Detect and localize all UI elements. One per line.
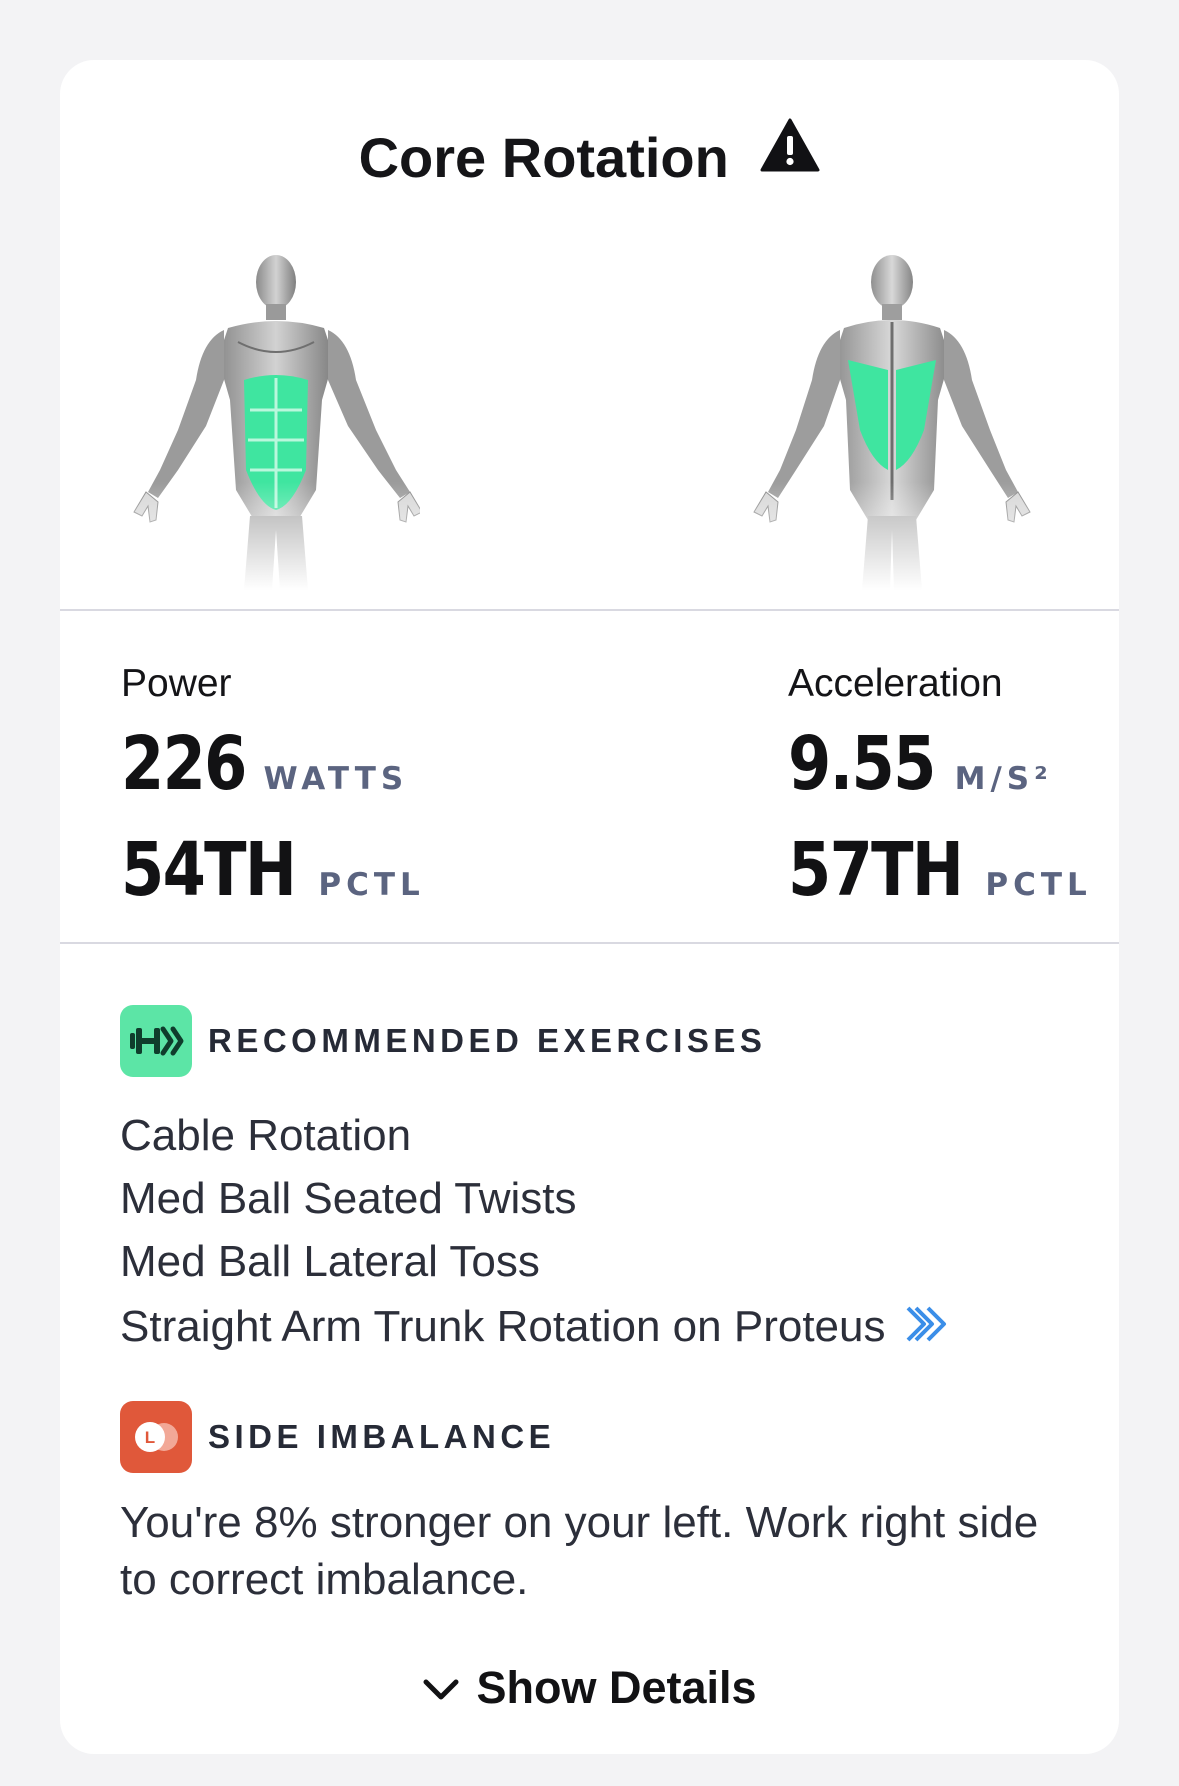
- acceleration-percentile-unit: PCTL: [985, 867, 1092, 903]
- side-imbalance-message: You're 8% stronger on your left. Work ri…: [120, 1498, 1039, 1604]
- power-percentile-unit: PCTL: [318, 867, 425, 903]
- show-details-label: Show Details: [476, 1662, 757, 1713]
- power-value: 226: [121, 721, 247, 807]
- section-divider: [60, 609, 1119, 611]
- card-title: Core Rotation: [358, 126, 729, 190]
- back-muscle-diagram: [742, 230, 1042, 590]
- exercise-item[interactable]: Straight Arm Trunk Rotation on Proteus: [120, 1293, 952, 1360]
- power-label: Power: [121, 662, 232, 705]
- chevron-down-icon: [422, 1662, 460, 1714]
- exercise-name: Med Ball Seated Twists: [120, 1174, 577, 1223]
- front-muscle-diagram: [120, 230, 423, 590]
- acceleration-metric: Acceleration 9.55 M/S² 57TH PCTL: [788, 661, 1092, 913]
- exercise-name: Med Ball Lateral Toss: [120, 1237, 540, 1286]
- exercise-item[interactable]: Med Ball Lateral Toss: [120, 1230, 952, 1293]
- recommended-exercises-heading: RECOMMENDED EXERCISES: [208, 1022, 767, 1059]
- warning-triangle-icon[interactable]: [760, 117, 820, 189]
- power-percentile: 54TH: [121, 827, 297, 913]
- toggle-letter: L: [145, 1428, 155, 1447]
- side-imbalance-header: L SIDE IMBALANCE: [120, 1401, 555, 1473]
- core-rotation-card: Core Rotation Power 226 WATTS 54TH PCTL …: [60, 60, 1119, 1754]
- acceleration-value: 9.55: [788, 721, 936, 807]
- exercise-name: Straight Arm Trunk Rotation on Proteus: [120, 1302, 886, 1351]
- exercise-item[interactable]: Cable Rotation: [120, 1104, 952, 1167]
- exercise-name: Cable Rotation: [120, 1111, 412, 1160]
- acceleration-percentile: 57TH: [788, 827, 964, 913]
- card-title-row: Core Rotation: [60, 118, 1119, 194]
- power-metric: Power 226 WATTS 54TH PCTL: [121, 661, 425, 913]
- acceleration-unit: M/S²: [954, 761, 1053, 797]
- double-chevron-right-icon[interactable]: [904, 1297, 952, 1360]
- side-imbalance-heading: SIDE IMBALANCE: [208, 1418, 556, 1455]
- power-unit: WATTS: [263, 761, 409, 797]
- dumbbell-icon: [120, 1005, 192, 1077]
- exercise-item[interactable]: Med Ball Seated Twists: [120, 1167, 952, 1230]
- exercise-list: Cable Rotation Med Ball Seated Twists Me…: [120, 1104, 952, 1360]
- recommended-exercises-header: RECOMMENDED EXERCISES: [120, 1005, 766, 1077]
- section-divider: [60, 942, 1119, 944]
- show-details-button[interactable]: Show Details: [60, 1662, 1119, 1714]
- acceleration-label: Acceleration: [788, 662, 1003, 705]
- left-right-toggle-icon: L: [120, 1401, 192, 1473]
